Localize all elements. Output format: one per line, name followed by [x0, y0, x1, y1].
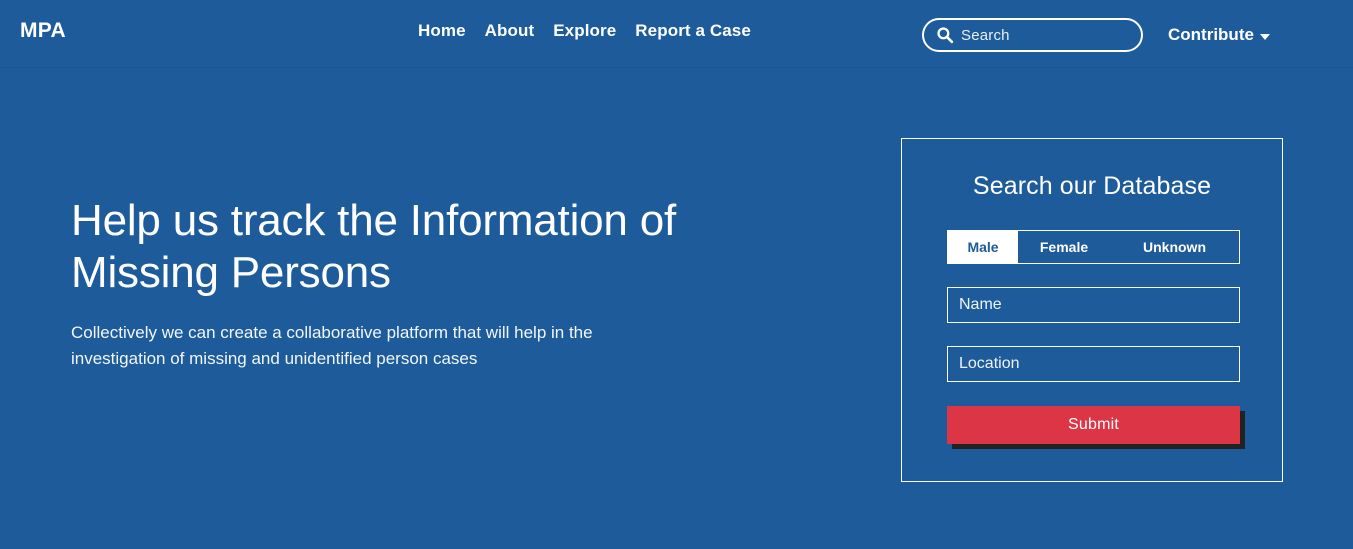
location-input[interactable]	[947, 346, 1240, 382]
nav-item-report-a-case[interactable]: Report a Case	[635, 21, 751, 41]
global-search-form[interactable]	[922, 18, 1160, 52]
nav-item-home[interactable]: Home	[418, 21, 466, 41]
nav-link-home[interactable]: Home	[418, 21, 466, 40]
gender-option-unknown[interactable]: Unknown	[1110, 231, 1239, 263]
search-card-title: Search our Database	[972, 172, 1212, 200]
name-input[interactable]	[947, 287, 1240, 323]
nav-link-about[interactable]: About	[485, 21, 535, 40]
primary-nav: Home About Explore Report a Case	[418, 21, 751, 41]
gender-option-female[interactable]: Female	[1018, 231, 1110, 263]
top-navbar: MPA Home About Explore Report a Case Con…	[0, 0, 1353, 68]
nav-item-about[interactable]: About	[485, 21, 535, 41]
contribute-label: Contribute	[1168, 25, 1254, 44]
page-title: Help us track the Information of Missing…	[71, 196, 677, 297]
submit-button[interactable]: Submit	[947, 406, 1240, 444]
brand-logo[interactable]: MPA	[20, 20, 66, 41]
gender-filter-group: Male Female Unknown	[947, 230, 1240, 264]
search-input[interactable]	[961, 24, 1160, 46]
submit-button-wrapper: Submit	[947, 406, 1245, 449]
contribute-dropdown[interactable]: Contribute	[1168, 25, 1270, 45]
gender-option-male[interactable]: Male	[948, 231, 1018, 263]
search-icon	[937, 27, 954, 44]
chevron-down-icon	[1259, 33, 1270, 40]
nav-link-report-a-case[interactable]: Report a Case	[635, 21, 751, 40]
nav-item-explore[interactable]: Explore	[553, 21, 616, 41]
search-database-card: Search our Database Male Female Unknown …	[901, 138, 1283, 482]
hero-subtitle: Collectively we can create a collaborati…	[71, 323, 593, 368]
hero-section: Help us track the Information of Missing…	[0, 68, 1353, 527]
nav-link-explore[interactable]: Explore	[553, 21, 616, 40]
hero-copy: Help us track the Information of Missing…	[71, 195, 691, 372]
